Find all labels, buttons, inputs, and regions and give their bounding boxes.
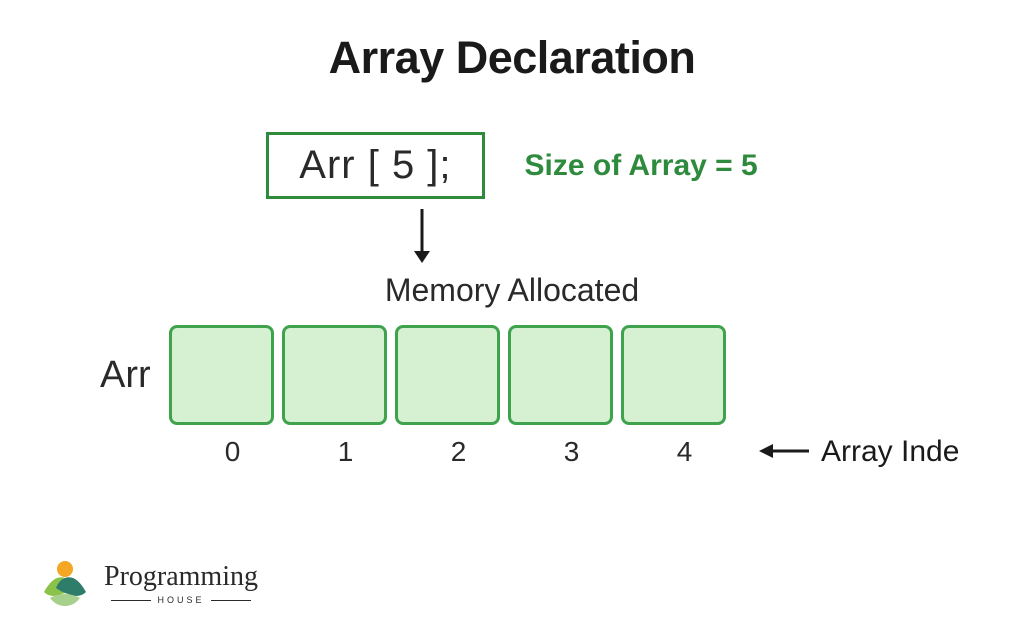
index-row: 0 1 2 3 4 Array Inde <box>180 435 1024 469</box>
array-cell <box>169 325 274 425</box>
index-value: 1 <box>293 436 398 468</box>
size-of-array-text: Size of Array = 5 <box>525 149 758 183</box>
arrow-down-icon <box>0 209 1024 268</box>
array-cell <box>395 325 500 425</box>
logo-subtitle: HOUSE <box>104 595 258 605</box>
logo-icon <box>36 554 94 612</box>
array-name-label: Arr <box>100 354 151 397</box>
indices: 0 1 2 3 4 <box>180 436 737 468</box>
index-value: 3 <box>519 436 624 468</box>
index-value: 2 <box>406 436 511 468</box>
logo-text-block: Programming HOUSE <box>104 561 258 605</box>
array-cells <box>169 325 726 425</box>
logo-name: Programming <box>104 561 258 593</box>
index-value: 4 <box>632 436 737 468</box>
array-index-text: Array Inde <box>821 435 959 469</box>
array-cell <box>508 325 613 425</box>
declaration-row: Arr [ 5 ]; Size of Array = 5 <box>0 132 1024 199</box>
array-cell <box>621 325 726 425</box>
array-cell <box>282 325 387 425</box>
declaration-box: Arr [ 5 ]; <box>266 132 484 199</box>
memory-allocated-label: Memory Allocated <box>0 272 1024 309</box>
array-row: Arr <box>100 325 1024 425</box>
array-index-label: Array Inde <box>759 435 959 469</box>
arrow-left-icon <box>759 435 809 469</box>
index-value: 0 <box>180 436 285 468</box>
brand-logo: Programming HOUSE <box>36 554 258 612</box>
diagram-title: Array Declaration <box>0 32 1024 84</box>
